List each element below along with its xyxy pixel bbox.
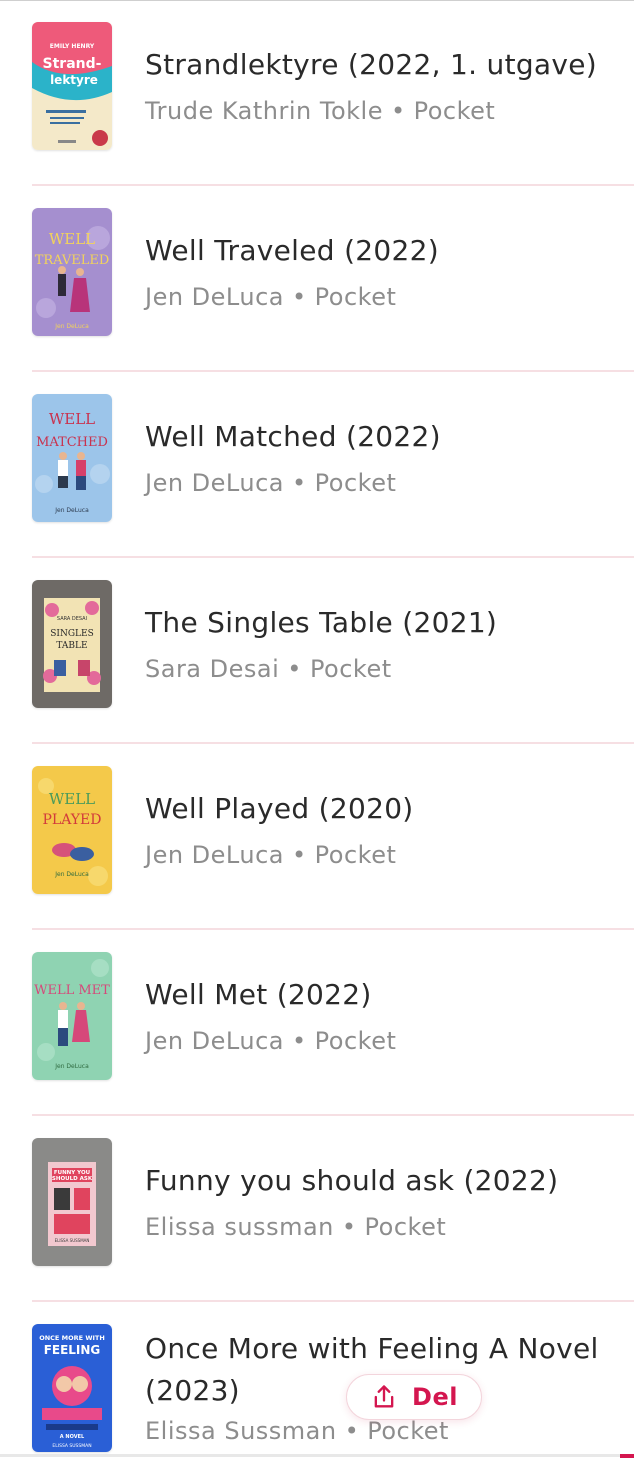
- book-text: Well Played (2020) Jen DeLuca • Pocket: [145, 788, 625, 872]
- svg-text:Jen DeLuca: Jen DeLuca: [54, 507, 89, 514]
- svg-text:TABLE: TABLE: [56, 641, 87, 651]
- book-meta: Jen DeLuca • Pocket: [145, 280, 625, 314]
- book-meta: Jen DeLuca • Pocket: [145, 1024, 625, 1058]
- book-cover-image[interactable]: EMILY HENRY Strand- lektyre: [32, 22, 112, 150]
- book-list-item[interactable]: WELL MET Jen DeLuca Well Met (2022) Jen …: [32, 930, 634, 1116]
- book-meta: Sara Desai • Pocket: [145, 652, 625, 686]
- svg-text:Jen DeLuca: Jen DeLuca: [54, 871, 89, 878]
- book-text: Well Matched (2022) Jen DeLuca • Pocket: [145, 416, 625, 500]
- book-cover-image[interactable]: WELL MATCHED Jen DeLuca: [32, 394, 112, 522]
- book-text: Funny you should ask (2022) Elissa sussm…: [145, 1160, 625, 1244]
- book-author: Sara Desai: [145, 655, 280, 683]
- book-list-item[interactable]: SARA DESAI SINGLES TABLE The Singles Tab…: [32, 558, 634, 744]
- book-author: Elissa Sussman: [145, 1417, 337, 1445]
- book-format: Pocket: [413, 97, 496, 125]
- svg-text:WELL MET: WELL MET: [34, 983, 110, 998]
- book-list-item[interactable]: WELL MATCHED Jen DeLuca Well Matched (20…: [32, 372, 634, 558]
- separator-dot: •: [287, 655, 302, 683]
- book-author: Jen DeLuca: [145, 469, 284, 497]
- book-meta: Trude Kathrin Tokle • Pocket: [145, 94, 625, 128]
- book-list-page: EMILY HENRY Strand- lektyre Strandlektyr…: [0, 0, 634, 1463]
- book-title[interactable]: The Singles Table (2021): [145, 602, 625, 644]
- book-author: Jen DeLuca: [145, 283, 284, 311]
- book-cover-image[interactable]: WELL TRAVELED Jen DeLuca: [32, 208, 112, 336]
- book-text: Well Traveled (2022) Jen DeLuca • Pocket: [145, 230, 625, 314]
- book-author: Jen DeLuca: [145, 841, 284, 869]
- book-meta: Jen DeLuca • Pocket: [145, 838, 625, 872]
- svg-text:EMILY HENRY: EMILY HENRY: [50, 43, 95, 50]
- book-format: Pocket: [364, 1213, 447, 1241]
- svg-text:lektyre: lektyre: [50, 73, 98, 87]
- book-list-item[interactable]: WELL PLAYED Jen DeLuca Well Played (2020…: [32, 744, 634, 930]
- svg-text:Jen DeLuca: Jen DeLuca: [54, 1063, 89, 1070]
- book-text: Well Met (2022) Jen DeLuca • Pocket: [145, 974, 625, 1058]
- svg-text:MATCHED: MATCHED: [36, 435, 108, 450]
- separator-dot: •: [341, 1213, 357, 1241]
- svg-text:ELISSA SUSSMAN: ELISSA SUSSMAN: [55, 1238, 90, 1243]
- book-list-item[interactable]: ONCE MORE WITH FEELING A NOVEL ELISSA SU…: [32, 1302, 634, 1463]
- separator-dot: •: [292, 1027, 307, 1055]
- book-format: Pocket: [314, 1027, 397, 1055]
- svg-text:A NOVEL: A NOVEL: [60, 1434, 85, 1440]
- book-cover-image[interactable]: FUNNY YOU SHOULD ASK ELISSA SUSSMAN: [32, 1138, 112, 1266]
- book-author: Trude Kathrin Tokle: [145, 97, 383, 125]
- book-list-item[interactable]: FUNNY YOU SHOULD ASK ELISSA SUSSMAN Funn…: [32, 1116, 634, 1302]
- book-title[interactable]: Well Played (2020): [145, 788, 625, 830]
- svg-text:ONCE MORE WITH: ONCE MORE WITH: [39, 1334, 105, 1342]
- svg-text:SARA DESAI: SARA DESAI: [57, 616, 87, 622]
- book-format: Pocket: [314, 469, 397, 497]
- book-title[interactable]: Strandlektyre (2022, 1. utgave): [145, 44, 625, 86]
- svg-text:SINGLES: SINGLES: [50, 629, 94, 639]
- book-list-item[interactable]: WELL TRAVELED Jen DeLuca Well Traveled (…: [32, 186, 634, 372]
- svg-text:WELL: WELL: [49, 230, 95, 248]
- svg-text:TRAVELED: TRAVELED: [35, 253, 110, 268]
- svg-text:SHOULD ASK: SHOULD ASK: [52, 1176, 93, 1182]
- book-format: Pocket: [367, 1417, 449, 1445]
- book-list-item[interactable]: EMILY HENRY Strand- lektyre Strandlektyr…: [32, 0, 634, 186]
- book-meta: Elissa sussman • Pocket: [145, 1210, 625, 1244]
- book-title[interactable]: Well Matched (2022): [145, 416, 625, 458]
- book-cover-image[interactable]: ONCE MORE WITH FEELING A NOVEL ELISSA SU…: [32, 1324, 112, 1452]
- separator-dot: •: [292, 469, 307, 497]
- book-cover-image[interactable]: WELL MET Jen DeLuca: [32, 952, 112, 1080]
- book-format: Pocket: [314, 841, 397, 869]
- book-format: Pocket: [309, 655, 392, 683]
- svg-text:PLAYED: PLAYED: [43, 812, 102, 828]
- book-format: Pocket: [314, 283, 397, 311]
- book-title[interactable]: Funny you should ask (2022): [145, 1160, 625, 1202]
- book-title[interactable]: Well Traveled (2022): [145, 230, 625, 272]
- separator-dot: •: [292, 283, 307, 311]
- svg-text:FEELING: FEELING: [44, 1343, 101, 1357]
- book-cover-image[interactable]: SARA DESAI SINGLES TABLE: [32, 580, 112, 708]
- book-text: Strandlektyre (2022, 1. utgave) Trude Ka…: [145, 44, 625, 128]
- book-meta: Jen DeLuca • Pocket: [145, 466, 625, 500]
- share-button-label: Del: [412, 1383, 458, 1411]
- svg-text:WELL: WELL: [49, 410, 95, 428]
- book-list: EMILY HENRY Strand- lektyre Strandlektyr…: [32, 0, 634, 1463]
- book-cover-image[interactable]: WELL PLAYED Jen DeLuca: [32, 766, 112, 894]
- separator-dot: •: [390, 97, 406, 125]
- share-button[interactable]: Del: [346, 1374, 482, 1420]
- svg-text:ELISSA SUSSMAN: ELISSA SUSSMAN: [52, 1443, 91, 1449]
- book-text: The Singles Table (2021) Sara Desai • Pock…: [145, 602, 625, 686]
- share-upload-icon: [374, 1385, 394, 1408]
- separator-dot: •: [344, 1417, 360, 1445]
- svg-text:Strand-: Strand-: [43, 56, 102, 72]
- svg-text:Jen DeLuca: Jen DeLuca: [54, 323, 89, 330]
- svg-text:WELL: WELL: [49, 790, 95, 808]
- scroll-indicator: [620, 1454, 634, 1458]
- book-title[interactable]: Well Met (2022): [145, 974, 625, 1016]
- book-author: Elissa sussman: [145, 1213, 334, 1241]
- scroll-track: [0, 1454, 620, 1457]
- book-author: Jen DeLuca: [145, 1027, 284, 1055]
- separator-dot: •: [292, 841, 307, 869]
